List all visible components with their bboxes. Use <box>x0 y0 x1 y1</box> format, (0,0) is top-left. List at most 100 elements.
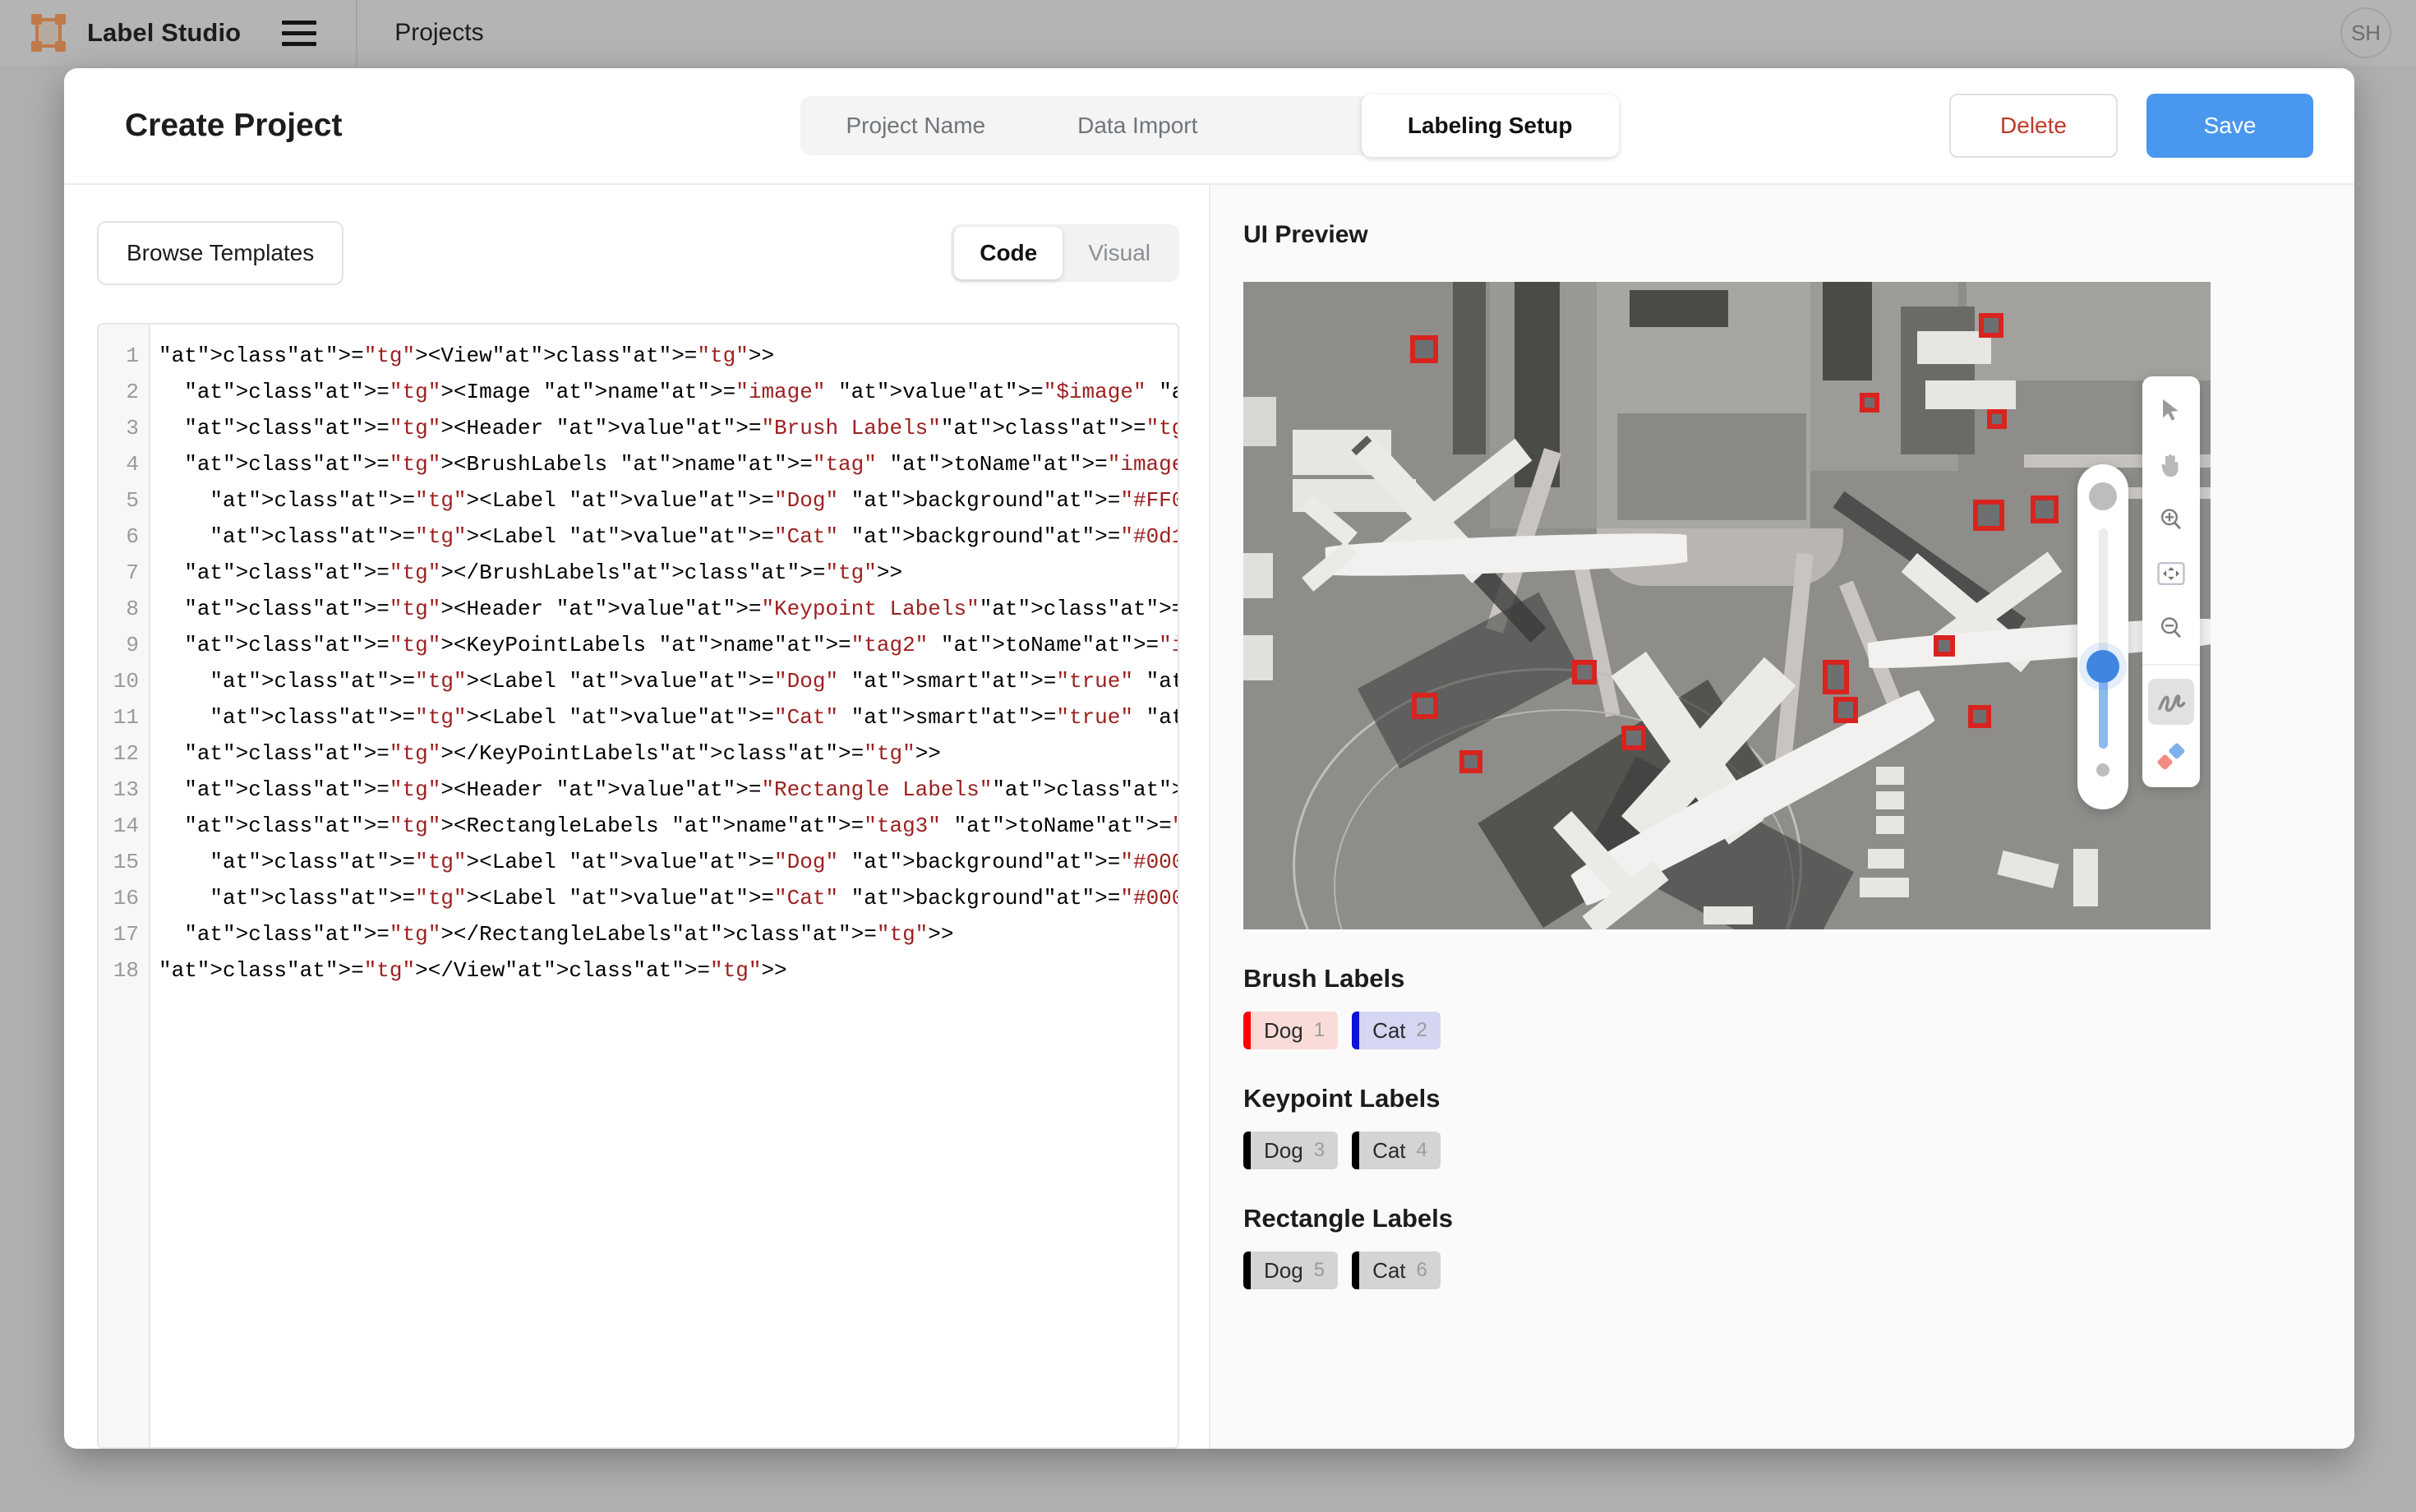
aerial-airport-photo[interactable] <box>1243 282 2211 929</box>
label-color-bar <box>1352 1132 1360 1169</box>
label-color-bar <box>1243 1132 1251 1169</box>
tool-divider <box>2142 664 2200 666</box>
code-line: "at">class"at">="tg"><Header "at">value"… <box>184 597 1178 621</box>
line-number: 18 <box>113 958 139 983</box>
label-color-bar <box>1352 1252 1360 1289</box>
code-line: "at">class"at">="tg"><Label "at">value"a… <box>210 705 1178 730</box>
hamburger-menu-icon[interactable] <box>282 20 317 46</box>
label-chip-row: Dog 3 Cat 4 <box>1243 1132 2354 1169</box>
preview-pane: UI Preview Brush Labels Dog 1 Cat 2 Keyp… <box>1209 185 2354 1449</box>
label-chip[interactable]: Cat 6 <box>1352 1252 1441 1289</box>
slider-max-dot-icon <box>2089 482 2117 510</box>
brush-size-slider[interactable] <box>2077 464 2128 809</box>
code-line: "at">class"at">="tg"></RectangleLabels"a… <box>184 922 954 947</box>
code-line: "at">class"at">="tg"><KeyPointLabels "at… <box>184 633 1178 657</box>
label-name: Dog <box>1264 1137 1303 1163</box>
tab-visual[interactable]: Visual <box>1063 224 1176 282</box>
wizard-steps: Project Name Data Import Labeling Setup <box>800 94 1619 157</box>
label-hotkey: 3 <box>1313 1139 1326 1161</box>
editor-mode-toggle: Code Visual <box>951 224 1179 282</box>
avatar[interactable]: SH <box>2340 7 2391 58</box>
code-line: "at">class"at">="tg"><Image "at">name"at… <box>184 380 1178 404</box>
brand-name: Label Studio <box>87 18 242 47</box>
code-line: "at">class"at">="tg"><Label "at">value"a… <box>210 488 1178 513</box>
label-chip[interactable]: Cat 2 <box>1352 1012 1441 1049</box>
line-number: 15 <box>113 850 139 874</box>
line-number: 7 <box>126 560 139 585</box>
modal-body: Browse Templates Code Visual 1 2 3 4 5 6 7 8 9 10… <box>64 185 2354 1449</box>
brand[interactable]: Label Studio <box>0 14 241 52</box>
line-number: 9 <box>126 633 139 657</box>
label-chip[interactable]: Cat 4 <box>1352 1132 1441 1169</box>
line-number: 17 <box>113 922 139 947</box>
save-button[interactable]: Save <box>2146 94 2313 158</box>
zoom-in-icon[interactable] <box>2148 496 2194 542</box>
label-chip[interactable]: Dog 5 <box>1243 1252 1339 1289</box>
brush-icon[interactable] <box>2148 679 2194 725</box>
label-hotkey: 4 <box>1416 1139 1427 1161</box>
line-number: 13 <box>113 777 139 802</box>
browse-templates-button[interactable]: Browse Templates <box>97 221 344 285</box>
cursor-icon[interactable] <box>2148 388 2194 434</box>
label-group: Rectangle Labels Dog 5 Cat 6 <box>1243 1204 2354 1289</box>
line-number: 6 <box>126 524 139 549</box>
line-number: 2 <box>126 380 139 404</box>
line-number: 8 <box>126 597 139 621</box>
preview-title: UI Preview <box>1243 221 1368 248</box>
code-content[interactable]: "at">class"at">="tg"><View"at">class"at"… <box>150 325 1178 1447</box>
line-number: 10 <box>113 669 139 694</box>
label-hotkey: 5 <box>1313 1259 1326 1281</box>
tab-data-import[interactable]: Data Import <box>1031 96 1243 155</box>
hand-pan-icon[interactable] <box>2148 442 2194 488</box>
label-hotkey: 6 <box>1416 1259 1427 1281</box>
label-group: Keypoint Labels Dog 3 Cat 4 <box>1243 1084 2354 1169</box>
line-number: 3 <box>126 416 139 440</box>
label-color-bar <box>1243 1252 1251 1289</box>
app-header: Label Studio Projects SH <box>0 0 2416 66</box>
label-name: Dog <box>1264 1017 1303 1043</box>
slider-min-dot-icon <box>2096 763 2109 777</box>
create-project-modal: Create Project Project Name Data Import … <box>64 68 2354 1449</box>
label-hotkey: 2 <box>1416 1019 1427 1041</box>
label-chip-row: Dog 5 Cat 6 <box>1243 1252 2354 1289</box>
code-line: "at">class"at">="tg"><Label "at">value"a… <box>210 886 1178 910</box>
label-chip[interactable]: Dog 3 <box>1243 1132 1339 1169</box>
tab-project-name[interactable]: Project Name <box>800 96 1032 155</box>
line-number: 14 <box>113 814 139 838</box>
code-editor[interactable]: 1 2 3 4 5 6 7 8 9 10 11 12 13 14 15 16 17 18 "at">class"a… <box>97 323 1179 1449</box>
label-groups: Brush Labels Dog 1 Cat 2 Keypoint Labels Dog 3 C… <box>1243 964 2354 1289</box>
code-line: "at">class"at">="tg"><Header "at">value"… <box>184 416 1178 440</box>
zoom-out-icon[interactable] <box>2148 605 2194 651</box>
line-number: 16 <box>113 886 139 910</box>
delete-button[interactable]: Delete <box>1949 94 2118 158</box>
label-color-bar <box>1243 1012 1251 1049</box>
code-line: "at">class"at">="tg"></KeyPointLabels"at… <box>184 741 941 766</box>
modal-header: Create Project Project Name Data Import … <box>64 68 2354 185</box>
code-line: "at">class"at">="tg"><BrushLabels "at">n… <box>184 452 1178 477</box>
code-line: "at">class"at">="tg"><Label "at">value"a… <box>210 669 1178 694</box>
label-studio-logo-icon <box>31 14 66 52</box>
slider-thumb[interactable] <box>2086 650 2119 683</box>
page-title: Create Project <box>125 108 343 143</box>
label-name: Cat <box>1372 1257 1406 1283</box>
tarmac-background <box>1243 282 2211 929</box>
line-number-gutter: 1 2 3 4 5 6 7 8 9 10 11 12 13 14 15 16 17 18 <box>99 325 150 1447</box>
tab-code[interactable]: Code <box>954 227 1063 279</box>
fit-to-screen-icon[interactable] <box>2148 551 2194 597</box>
label-chip[interactable]: Dog 1 <box>1243 1012 1339 1049</box>
breadcrumb[interactable]: Projects <box>357 19 483 47</box>
slider-track[interactable] <box>2086 528 2119 749</box>
code-line: "at">class"at">="tg"></View"at">class"at… <box>159 958 787 983</box>
line-number: 4 <box>126 452 139 477</box>
label-color-bar <box>1352 1012 1360 1049</box>
line-number: 1 <box>126 343 139 368</box>
code-line: "at">class"at">="tg"><Label "at">value"a… <box>210 850 1178 874</box>
image-tools-panel <box>2142 376 2200 787</box>
label-group-heading: Rectangle Labels <box>1243 1204 1453 1233</box>
code-line: "at">class"at">="tg"></BrushLabels"at">c… <box>184 560 903 585</box>
keypoint-diamond-icon[interactable] <box>2148 733 2194 779</box>
line-number: 11 <box>113 705 139 730</box>
tab-labeling-setup[interactable]: Labeling Setup <box>1361 94 1619 157</box>
label-name: Dog <box>1264 1257 1303 1283</box>
label-group: Brush Labels Dog 1 Cat 2 <box>1243 964 2354 1049</box>
